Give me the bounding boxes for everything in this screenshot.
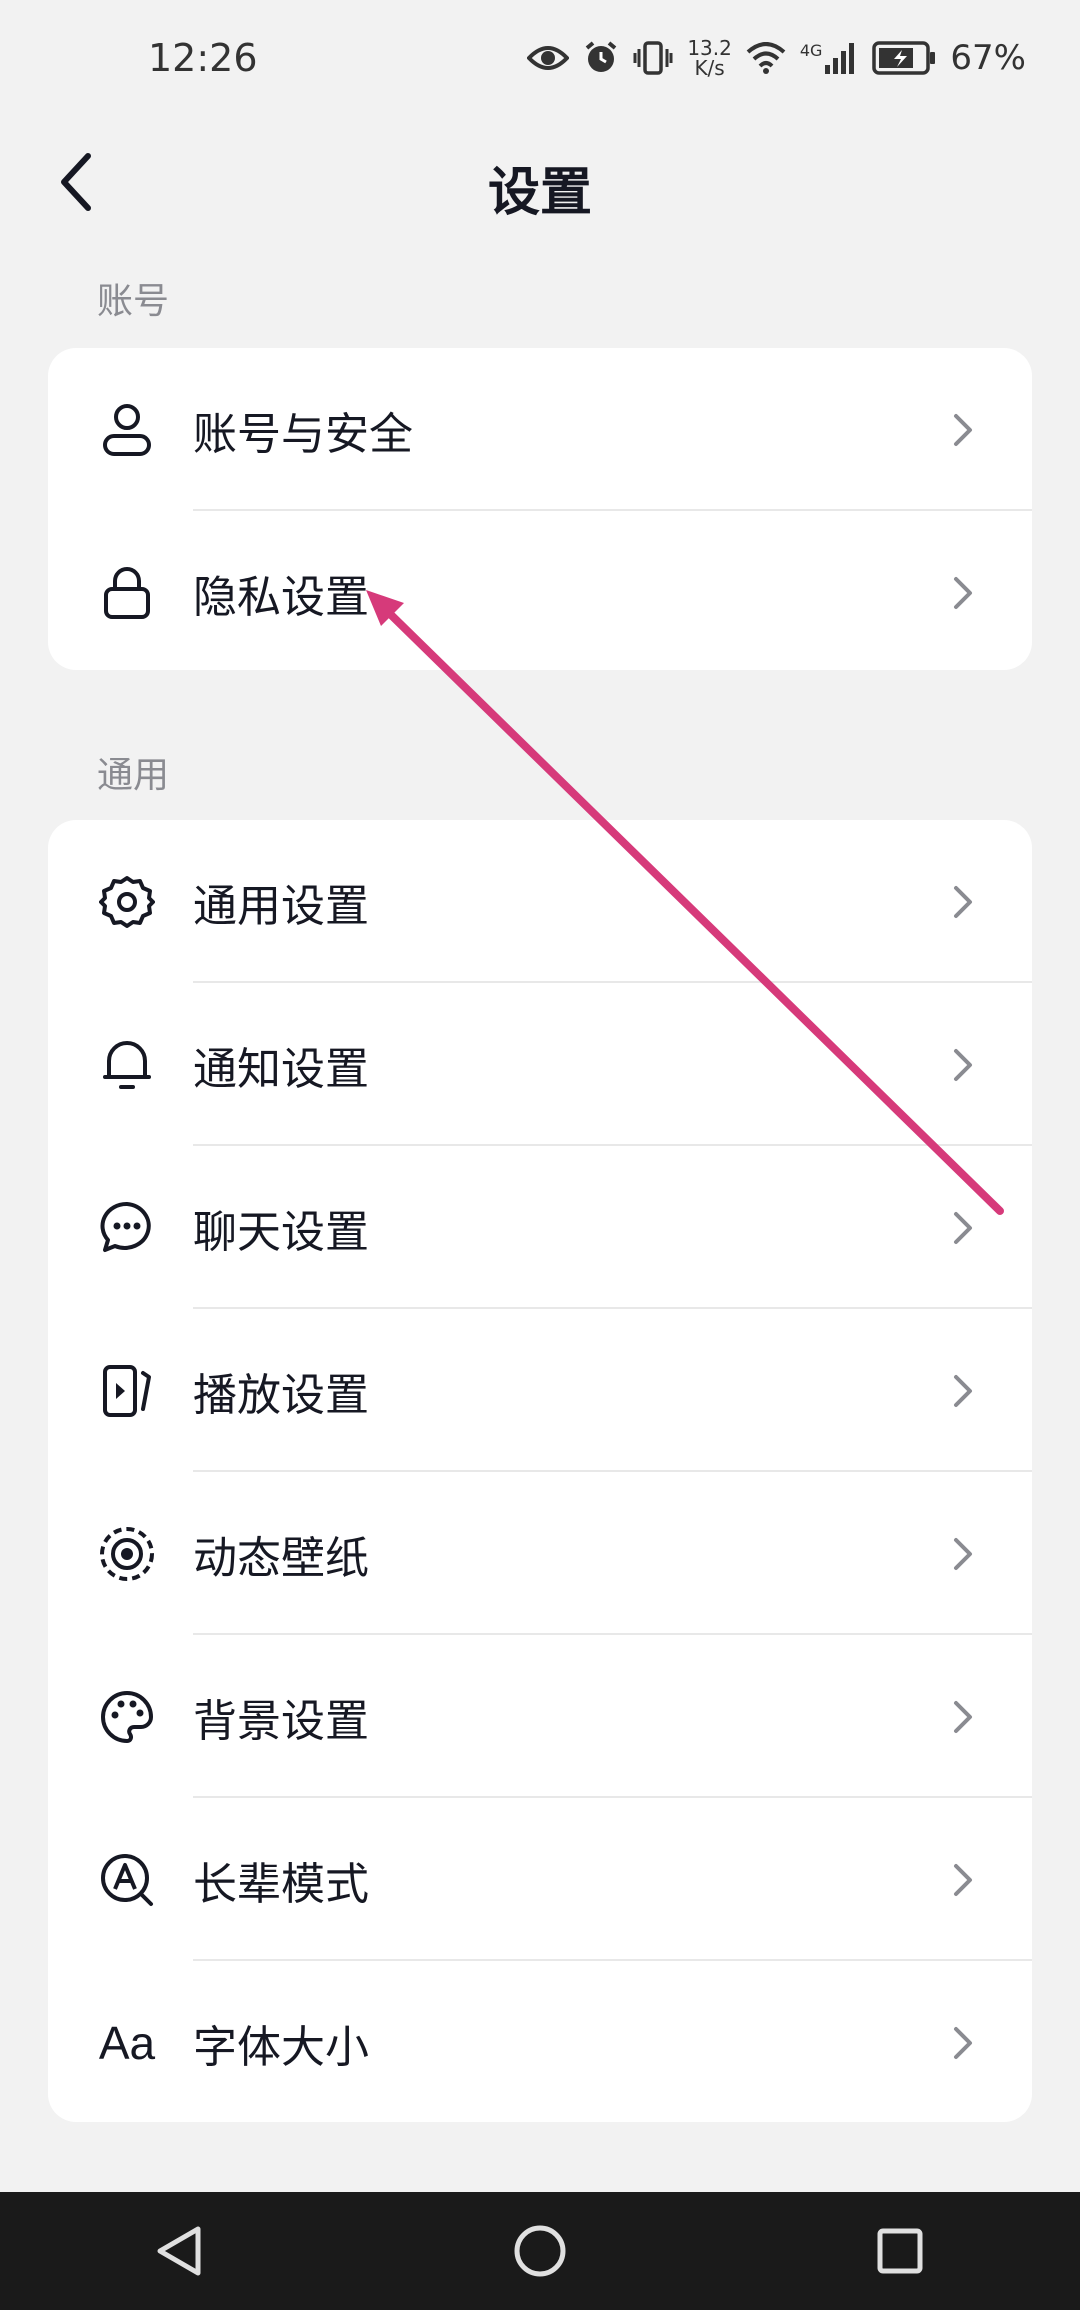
settings-item-live-wallpaper[interactable]: 动态壁纸 (48, 1472, 1032, 1635)
status-time: 12:26 (148, 36, 258, 80)
settings-item-label: 账号与安全 (193, 408, 413, 460)
settings-item-label: 字体大小 (193, 2021, 369, 2073)
wifi-icon (746, 42, 786, 74)
chevron-right-icon (954, 1374, 972, 1407)
eye-icon (527, 46, 570, 70)
settings-item-label: 隐私设置 (193, 571, 369, 623)
status-icons: 13.2 K/s 4G 67% (527, 38, 1026, 78)
triangle-back-icon (157, 2226, 201, 2276)
network-type: 4G (799, 41, 823, 60)
battery-icon (872, 41, 936, 75)
header: 设置 (0, 128, 1080, 238)
lock-icon (98, 564, 156, 622)
nav-recents-button[interactable] (860, 2211, 940, 2291)
section-label-account: 账号 (97, 281, 170, 322)
play-icon (98, 1362, 156, 1420)
section-label-general: 通用 (97, 755, 170, 796)
chevron-right-icon (954, 576, 972, 609)
chevron-right-icon (954, 1048, 972, 1081)
settings-item-font-size[interactable]: Aa 字体大小 (48, 1961, 1032, 2122)
settings-item-notification[interactable]: 通知设置 (48, 983, 1032, 1146)
settings-item-chat[interactable]: 聊天设置 (48, 1146, 1032, 1309)
general-card: 通用设置 通知设置 聊天设置 播放设置 动态壁纸 背景设置 长辈模式 Aa 字体… (48, 820, 1032, 2122)
account-card: 账号与安全 隐私设置 (48, 348, 1032, 670)
settings-item-label: 通用设置 (193, 880, 369, 932)
user-icon (98, 401, 156, 459)
settings-item-label: 播放设置 (193, 1369, 369, 1421)
chevron-right-icon (954, 2026, 972, 2059)
settings-item-elder-mode[interactable]: 长辈模式 (48, 1798, 1032, 1961)
chevron-right-icon (954, 1211, 972, 1244)
chat-icon (98, 1199, 156, 1257)
palette-icon (98, 1688, 156, 1746)
status-bar: 12:26 13.2 K/s 4G 67% (0, 0, 1080, 128)
chevron-right-icon (954, 885, 972, 918)
font-size-icon: Aa (98, 2016, 156, 2069)
signal-icon (825, 43, 855, 74)
nav-back-button[interactable] (140, 2211, 220, 2291)
nav-home-button[interactable] (500, 2211, 580, 2291)
settings-item-background[interactable]: 背景设置 (48, 1635, 1032, 1798)
vibrate-icon (633, 41, 673, 75)
settings-item-general[interactable]: 通用设置 (48, 820, 1032, 983)
gear-icon (98, 873, 156, 931)
settings-item-privacy[interactable]: 隐私设置 (48, 511, 1032, 670)
live-wallpaper-icon (98, 1525, 156, 1583)
bell-icon (98, 1036, 156, 1094)
square-recents-icon (877, 2228, 923, 2274)
chevron-right-icon (954, 413, 972, 446)
page-title: 设置 (487, 163, 592, 223)
chevron-right-icon (954, 1863, 972, 1896)
settings-item-label: 通知设置 (193, 1043, 369, 1095)
elder-mode-icon (98, 1851, 156, 1909)
settings-item-account-security[interactable]: 账号与安全 (48, 348, 1032, 511)
settings-item-playback[interactable]: 播放设置 (48, 1309, 1032, 1472)
chevron-right-icon (954, 1700, 972, 1733)
circle-home-icon (514, 2225, 566, 2277)
settings-item-label: 动态壁纸 (193, 1532, 369, 1584)
alarm-icon (586, 41, 617, 72)
settings-item-label: 聊天设置 (193, 1206, 369, 1258)
net-speed: 13.2 K/s (687, 36, 732, 80)
battery-percent: 67% (950, 38, 1026, 78)
chevron-right-icon (954, 1537, 972, 1570)
settings-item-label: 背景设置 (193, 1695, 369, 1747)
settings-item-label: 长辈模式 (193, 1858, 369, 1910)
navigation-bar (0, 2192, 1080, 2310)
